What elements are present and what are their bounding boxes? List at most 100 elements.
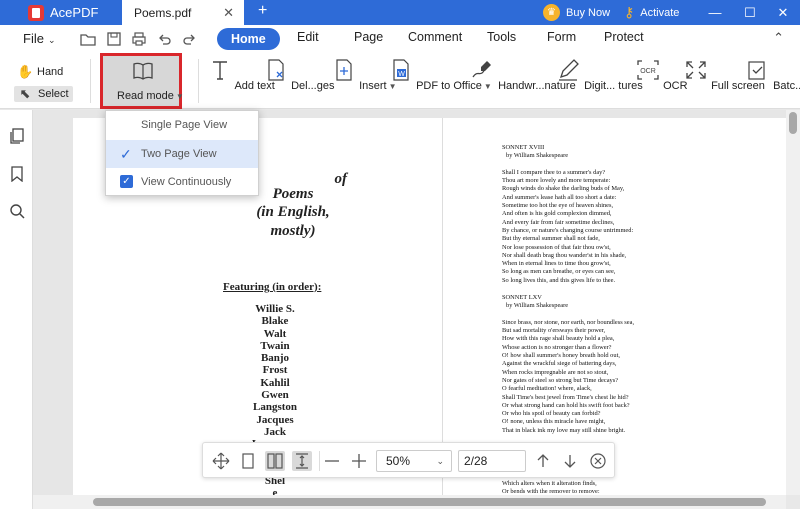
- previous-page-icon[interactable]: [533, 451, 553, 471]
- key-icon: ⚷: [624, 4, 635, 20]
- sonnet-line: Shall I compare thee to a summer's day?: [502, 168, 606, 176]
- full-screen-icon: [686, 61, 706, 79]
- sonnet-line: And every fair from fair sometime declin…: [502, 218, 615, 226]
- sonnet-line: Rough winds do shake the darling buds of…: [502, 185, 625, 193]
- author-name: Gwen: [261, 389, 289, 402]
- horizontal-scrollbar[interactable]: [33, 495, 786, 509]
- insert-label: Insert: [359, 80, 387, 92]
- author-name: e: [272, 487, 278, 495]
- scroll-thumb[interactable]: [789, 112, 797, 134]
- next-page-icon[interactable]: [560, 451, 580, 471]
- document-tab-label: Poems.pdf: [134, 5, 192, 20]
- menu-item-view-continuously[interactable]: ✓ View Continuously: [106, 168, 258, 196]
- author-name: Banjo: [260, 352, 290, 365]
- buy-now-button[interactable]: ♛ Buy Now: [543, 3, 610, 22]
- sonnet-line: Thou art more lovely and more temperate:: [502, 177, 611, 185]
- delete-pages-icon: [268, 59, 284, 81]
- hand-tool[interactable]: ✋ Hand: [17, 65, 63, 79]
- sonnet-line: And often is his gold complexion dimmed,: [502, 210, 612, 218]
- hand-icon: ✋: [17, 64, 34, 79]
- svg-text:OCR: OCR: [640, 68, 656, 75]
- sonnet-line: Nor shall death brag thou wander'st in h…: [502, 251, 627, 259]
- sonnet-line: When in eternal lines to time thou grow'…: [502, 260, 611, 268]
- insert-button[interactable]: Insert ▼: [332, 59, 397, 92]
- ribbon-divider: [198, 59, 199, 103]
- handwritten-signature-icon: [472, 61, 491, 78]
- toolbar-divider: [319, 451, 320, 471]
- tab-home[interactable]: Home: [217, 28, 280, 50]
- ocr-button[interactable]: OCR OCR: [636, 59, 688, 92]
- search-icon[interactable]: [9, 203, 25, 219]
- sonnet-title: SONNET LXV: [502, 294, 542, 301]
- book-icon: [133, 62, 153, 80]
- ocr-icon: OCR: [637, 60, 659, 80]
- page-number-input[interactable]: 2/28: [458, 450, 526, 472]
- close-tab-icon[interactable]: ✕: [223, 5, 234, 21]
- sonnet-line: Or what strong hand can hold his swift f…: [502, 401, 630, 409]
- zoom-value: 50%: [386, 454, 411, 468]
- print-icon[interactable]: [131, 31, 147, 47]
- bookmark-icon[interactable]: [9, 166, 25, 182]
- digital-signature-button[interactable]: Digit... tures: [557, 59, 643, 92]
- redo-icon[interactable]: [181, 31, 197, 47]
- tab-edit[interactable]: Edit: [297, 30, 319, 44]
- thumbnails-icon[interactable]: [9, 128, 25, 144]
- sonnet-line: O fearful meditation! where, alack,: [502, 385, 592, 393]
- two-page-view-icon[interactable]: [265, 451, 285, 471]
- sonnet-line: By chance, or nature's changing course u…: [502, 226, 634, 234]
- tab-protect[interactable]: Protect: [604, 30, 644, 44]
- sonnet-title: SONNET XVIII: [502, 144, 545, 151]
- open-folder-icon[interactable]: [80, 31, 96, 47]
- file-menu-label: File: [23, 31, 44, 46]
- select-label: Select: [38, 88, 69, 100]
- scroll-thumb[interactable]: [93, 498, 766, 506]
- file-menu[interactable]: File ⌄: [23, 31, 56, 46]
- sonnet-line: When rocks impregnable are not so stout,: [502, 368, 609, 376]
- cursor-icon: ⬉: [19, 86, 31, 101]
- author-name: Walt: [263, 327, 287, 340]
- sonnet-author: by William Shakespeare: [506, 302, 569, 310]
- fit-height-icon[interactable]: [292, 451, 312, 471]
- home-tab[interactable]: AcePDF: [0, 0, 122, 25]
- sonnet-line: Nor lose possession of that fair thou ow…: [502, 243, 611, 251]
- delete-pages-button[interactable]: Del...ges: [264, 59, 334, 92]
- pdf-to-office-icon: W: [393, 59, 409, 81]
- read-mode-label: Read mode ▼: [117, 90, 184, 102]
- featuring-heading: Featuring (in order):: [223, 281, 322, 293]
- maximize-icon[interactable]: ☐: [733, 0, 767, 25]
- activate-label: Activate: [640, 6, 680, 19]
- zoom-in-icon[interactable]: [349, 451, 369, 471]
- sonnet-line: Shall Time's best jewel from Time's ches…: [502, 393, 629, 401]
- new-tab-button[interactable]: +: [258, 2, 267, 20]
- minimize-icon[interactable]: —: [698, 0, 732, 25]
- tab-form[interactable]: Form: [547, 30, 576, 44]
- zoom-select[interactable]: 50% ⌄: [376, 450, 452, 472]
- batch-process-button[interactable]: Batc...ocess: [746, 59, 800, 92]
- menu-item-two-page-view[interactable]: ✓ Two Page View: [106, 140, 258, 168]
- menu-item-single-page-view[interactable]: Single Page View: [106, 111, 258, 139]
- tab-page[interactable]: Page: [354, 30, 383, 44]
- menu-item-label: Two Page View: [141, 148, 217, 160]
- document-tab[interactable]: Poems.pdf ✕: [122, 0, 244, 25]
- sonnet-line: Which alters when it alteration finds,: [502, 480, 597, 487]
- close-toolbar-icon[interactable]: [588, 451, 608, 471]
- single-page-icon[interactable]: [238, 451, 258, 471]
- vertical-scrollbar[interactable]: [786, 110, 800, 495]
- pan-move-icon[interactable]: [211, 451, 231, 471]
- activate-button[interactable]: ⚷ Activate: [624, 3, 679, 22]
- collapse-ribbon-icon[interactable]: ⌃: [773, 30, 784, 46]
- undo-icon[interactable]: [157, 31, 173, 47]
- read-mode-button[interactable]: Read mode ▼: [100, 53, 184, 109]
- save-icon[interactable]: [106, 31, 122, 47]
- select-tool[interactable]: ⬉ Select: [14, 86, 73, 102]
- tab-comment[interactable]: Comment: [408, 30, 462, 44]
- sonnet-line: O! how shall summer's honey breath hold …: [502, 352, 620, 360]
- batch-process-label: Batc...ocess: [773, 80, 800, 92]
- document-page-right: SONNET XVIII by William Shakespeare Shal…: [442, 118, 786, 495]
- tab-tools[interactable]: Tools: [487, 30, 516, 44]
- checkbox-checked-icon[interactable]: ✓: [120, 175, 133, 188]
- close-window-icon[interactable]: ✕: [766, 0, 800, 25]
- zoom-out-icon[interactable]: [322, 451, 342, 471]
- title-line: (in English,: [256, 204, 330, 220]
- menu-item-label: Single Page View: [141, 119, 228, 131]
